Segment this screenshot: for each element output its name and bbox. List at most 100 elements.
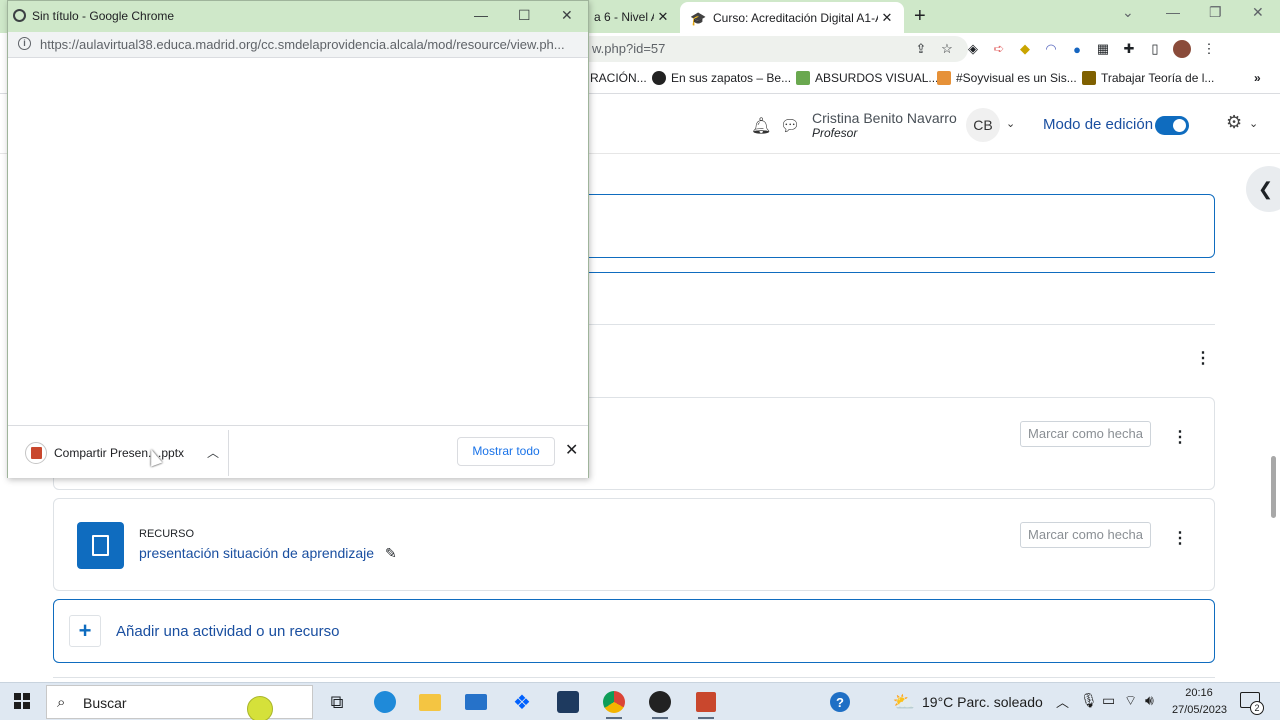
tab-curso-acreditacion[interactable]: 🎓 Curso: Acreditación Digital A1-A2 ✕ xyxy=(680,2,904,33)
weather-text[interactable]: 19°C Parc. soleado xyxy=(922,694,1043,710)
download-shelf: Compartir Presen....pptx ︿ Mostrar todo … xyxy=(8,425,588,478)
star-icon[interactable]: ☆ xyxy=(939,41,955,57)
popup-titlebar: Sin título - Google Chrome — ☐ ✕ xyxy=(8,1,588,32)
graduation-cap-icon: 🎓 xyxy=(690,10,707,26)
help-icon[interactable]: ? xyxy=(826,688,854,716)
arrow-ext-icon[interactable]: ➪ xyxy=(991,41,1007,57)
sidepanel-icon[interactable]: ▯ xyxy=(1147,41,1163,57)
chevron-down-icon[interactable]: ⌄ xyxy=(1006,117,1015,130)
new-tab-button[interactable]: + xyxy=(914,5,926,27)
chevron-up-icon[interactable]: ︿ xyxy=(1056,692,1069,711)
avatar[interactable]: CB xyxy=(966,108,1000,142)
toolbar-icons: ⇪ ☆ ◈ ➪ ◆ ◠ ● ▦ ✚ ▯ ⋮ xyxy=(916,40,1217,58)
bookmark-item[interactable]: Trabajar Teoría de l... xyxy=(1082,71,1214,85)
chrome-icon[interactable] xyxy=(600,688,628,719)
edit-mode-toggle[interactable] xyxy=(1155,116,1189,135)
gear-icon[interactable]: ⚙ xyxy=(1226,112,1242,133)
bookmark-label: RACIÓN... xyxy=(590,71,647,85)
chevron-down-icon[interactable]: ⌄ xyxy=(1249,117,1258,130)
popup-url-text: https://aulavirtual38.educa.madrid.org/c… xyxy=(40,37,565,52)
add-activity-button[interactable]: + Añadir una actividad o un recurso xyxy=(53,599,1215,663)
weather-icon[interactable]: ⛅ xyxy=(890,688,918,716)
clock-time: 20:16 xyxy=(1185,687,1213,699)
wifi-icon[interactable]: ⌔ xyxy=(1124,692,1137,710)
info-icon[interactable]: i xyxy=(18,37,31,50)
close-window-button[interactable]: ✕ xyxy=(1252,4,1264,21)
open-drawer-button[interactable]: ❮ xyxy=(1246,166,1280,212)
popup-address-bar[interactable]: i https://aulavirtual38.educa.madrid.org… xyxy=(8,32,588,58)
download-item[interactable]: Compartir Presen....pptx ︿ xyxy=(14,430,229,476)
plus-icon: + xyxy=(69,615,101,647)
bell-icon[interactable]: 🔔︎ xyxy=(751,116,771,136)
taskbar: ⌕ Buscar ⧉ ❖ ? ⛅ 19°C Parc. soleado ︿ 🎙︎… xyxy=(0,682,1280,720)
file-explorer-icon[interactable] xyxy=(416,688,444,716)
file-icon xyxy=(77,522,124,569)
scrollbar-thumb[interactable] xyxy=(1271,456,1276,518)
activity-menu-icon[interactable]: ⋮ xyxy=(1172,427,1188,447)
more-icon[interactable]: ⋮ xyxy=(1201,41,1217,57)
powerpoint-icon[interactable] xyxy=(692,688,720,719)
bookmark-item[interactable]: RACIÓN... xyxy=(590,71,647,85)
maximize-button[interactable]: ☐ xyxy=(518,7,531,24)
bookmark-label: #Soyvisual es un Sis... xyxy=(956,71,1077,85)
chat-icon[interactable]: 💬︎ xyxy=(780,116,800,136)
grid-ext-icon[interactable]: ▦ xyxy=(1095,41,1111,57)
bookmark-item[interactable]: En sus zapatos – Be... xyxy=(652,71,791,85)
battery-icon[interactable]: ▭ xyxy=(1102,692,1115,709)
pencil-icon[interactable]: ✎ xyxy=(385,545,397,562)
mark-done-button[interactable]: Marcar como hecha xyxy=(1020,522,1151,548)
taskbar-search[interactable]: ⌕ Buscar xyxy=(46,685,313,720)
activity-link[interactable]: presentación situación de aprendizaje xyxy=(139,545,374,561)
show-all-button[interactable]: Mostrar todo xyxy=(457,437,555,466)
activity-type: RECURSO xyxy=(139,528,195,540)
dropbox-icon[interactable]: ❖ xyxy=(508,688,536,716)
tab-nivel-a2[interactable]: a 6 - Nivel A2 ✕ xyxy=(588,0,680,33)
close-icon[interactable]: ✕ xyxy=(878,10,896,26)
minimize-button[interactable]: — xyxy=(474,7,488,23)
globe-ext-icon[interactable]: ● xyxy=(1069,41,1085,57)
windows-start-button[interactable] xyxy=(14,693,30,709)
close-window-button[interactable]: ✕ xyxy=(561,7,573,24)
section-divider xyxy=(53,677,1215,678)
close-icon[interactable]: ✕ xyxy=(654,9,672,25)
restore-button[interactable]: ❐ xyxy=(1209,4,1222,21)
download-filename: Compartir Presen....pptx xyxy=(54,446,185,460)
bookmarks-overflow-button[interactable]: » xyxy=(1254,71,1261,85)
close-icon[interactable]: ✕ xyxy=(565,440,578,460)
flag-icon xyxy=(937,71,951,85)
clock[interactable]: 20:16 27/05/2023 xyxy=(1172,685,1227,719)
bookmark-label: Trabajar Teoría de l... xyxy=(1101,71,1215,85)
minimize-button[interactable]: — xyxy=(1166,4,1180,20)
tennis-ball-icon xyxy=(247,696,273,720)
profile-avatar[interactable] xyxy=(1173,40,1191,58)
bookmark-icon xyxy=(1082,71,1096,85)
tab-title: Curso: Acreditación Digital A1-A2 xyxy=(713,10,878,25)
edge-icon[interactable] xyxy=(371,688,399,716)
activity-menu-icon[interactable]: ⋮ xyxy=(1172,528,1188,548)
mark-done-button[interactable]: Marcar como hecha xyxy=(1020,421,1151,447)
popup-window: Sin título - Google Chrome — ☐ ✕ i https… xyxy=(7,0,589,478)
user-role: Profesor xyxy=(812,126,858,140)
microphone-icon[interactable]: 🎙︎ xyxy=(1080,692,1098,709)
bookmark-item[interactable]: #Soyvisual es un Sis... xyxy=(937,71,1077,85)
bookmark-item[interactable]: ABSURDOS VISUAL... xyxy=(796,71,938,85)
mail-icon[interactable] xyxy=(462,688,490,716)
user-name: Cristina Benito Navarro xyxy=(812,110,957,126)
powerpoint-file-icon xyxy=(25,442,47,464)
omnibox[interactable]: w.php?id=57 xyxy=(586,36,968,62)
puzzle-icon[interactable]: ✚ xyxy=(1121,41,1137,57)
share-icon[interactable]: ⇪ xyxy=(913,41,929,57)
user-menu[interactable]: Cristina Benito Navarro Profesor xyxy=(812,111,957,141)
tab-search-chevron-icon[interactable]: ⌄ xyxy=(1122,4,1134,21)
volume-icon[interactable]: 🔊︎ xyxy=(1145,692,1154,709)
bird-ext-icon[interactable]: ◆ xyxy=(1017,41,1033,57)
rainbow-ext-icon[interactable]: ◠ xyxy=(1043,41,1059,57)
obs-icon[interactable] xyxy=(646,688,674,719)
task-view-icon[interactable]: ⧉ xyxy=(323,688,351,716)
section-menu-icon[interactable]: ⋮ xyxy=(1195,348,1211,368)
layers-icon[interactable]: ◈ xyxy=(965,41,981,57)
terminal-app-icon[interactable] xyxy=(554,688,582,716)
chevron-up-icon[interactable]: ︿ xyxy=(207,444,219,461)
notification-badge: 2 xyxy=(1250,701,1264,715)
bookmark-label: En sus zapatos – Be... xyxy=(671,71,792,85)
